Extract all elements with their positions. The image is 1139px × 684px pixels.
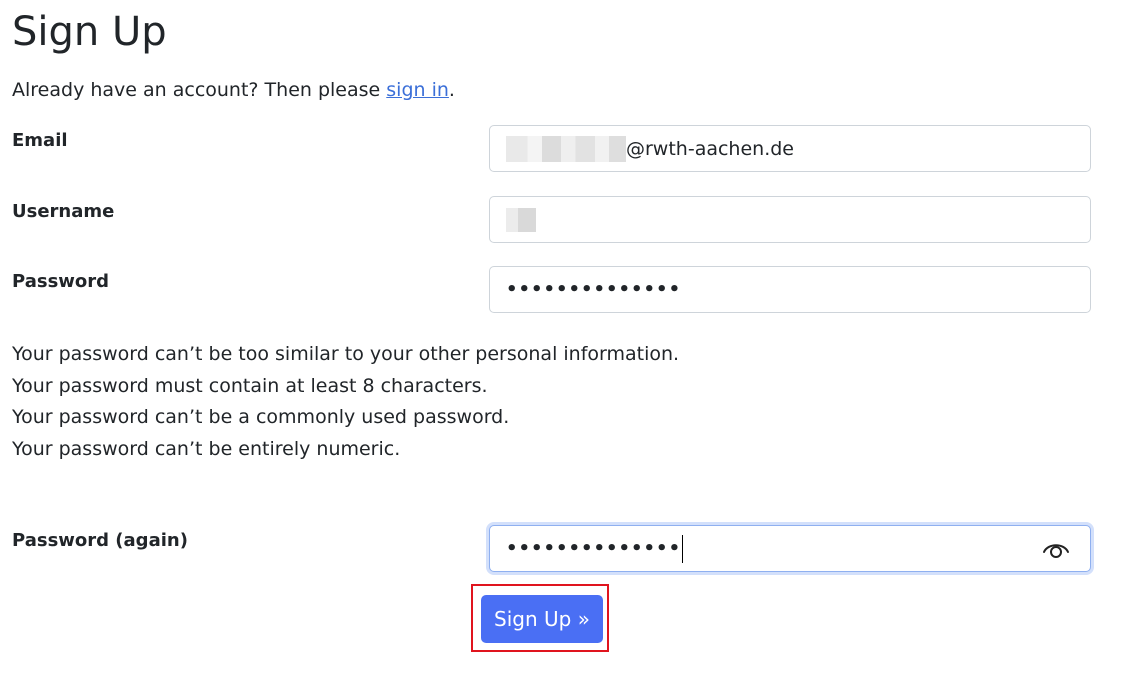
password-help-item: Your password can’t be entirely numeric. <box>12 437 401 460</box>
password-help-item: Your password can’t be too similar to yo… <box>12 343 680 365</box>
sign-in-link[interactable]: sign in <box>386 79 449 101</box>
email-domain-text: @rwth-aachen.de <box>626 137 794 160</box>
signup-page: Sign Up Already have an account? Then pl… <box>0 0 1139 684</box>
password-field[interactable]: •••••••••••••• <box>489 266 1091 313</box>
password-masked-value: •••••••••••••• <box>506 279 682 300</box>
signin-prompt: Already have an account? Then please sig… <box>12 77 455 103</box>
password-label: Password <box>12 271 110 292</box>
password-again-label: Password (again) <box>12 530 188 551</box>
redacted-username <box>506 207 536 232</box>
email-field[interactable]: @rwth-aachen.de <box>489 125 1091 172</box>
username-field[interactable] <box>489 196 1091 243</box>
text-caret <box>682 534 684 563</box>
redacted-email-local-part <box>506 135 626 162</box>
page-title: Sign Up <box>12 9 167 55</box>
password-again-field[interactable]: •••••••••••••• <box>489 525 1091 572</box>
username-label: Username <box>12 201 115 222</box>
eye-icon[interactable] <box>1042 538 1070 560</box>
submit-highlight-box: Sign Up » <box>471 584 609 652</box>
email-label: Email <box>12 130 68 151</box>
password-help-item: Your password can’t be a commonly used p… <box>12 406 510 428</box>
password-again-masked-value: •••••••••••••• <box>506 538 682 559</box>
sign-up-button[interactable]: Sign Up » <box>481 595 603 643</box>
password-help-list: Your password can’t be too similar to yo… <box>12 339 679 465</box>
password-help-item: Your password must contain at least 8 ch… <box>12 374 488 397</box>
signin-prompt-suffix: . <box>448 79 455 101</box>
signin-prompt-text: Already have an account? Then please <box>12 79 387 101</box>
